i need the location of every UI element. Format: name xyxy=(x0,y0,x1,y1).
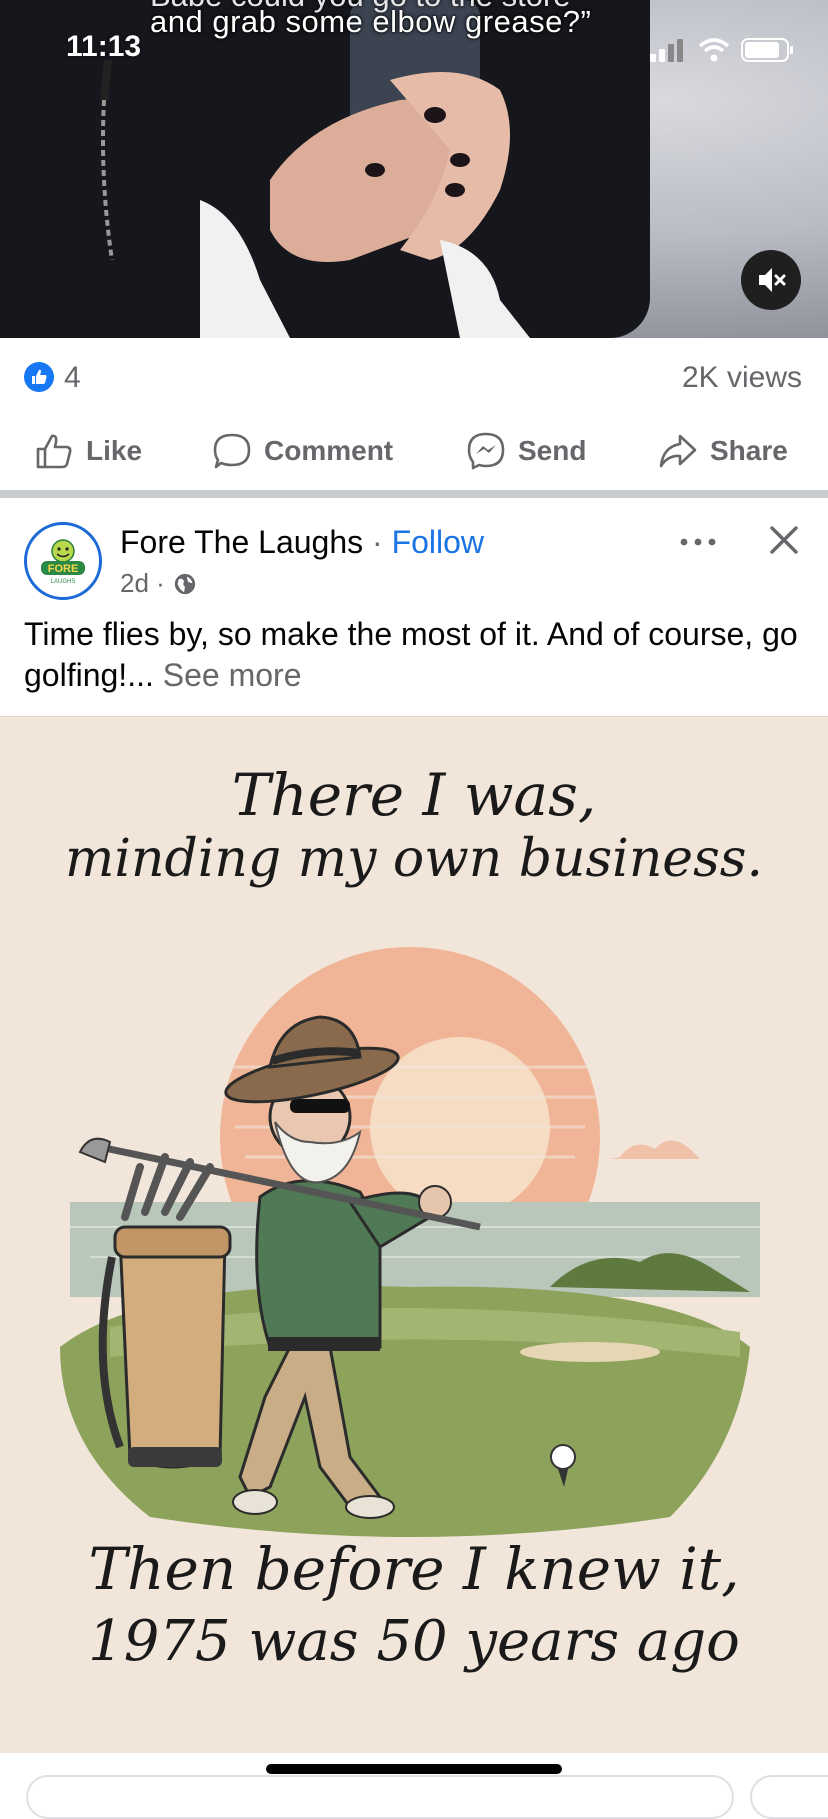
post-image[interactable]: There I was, minding my own business. Th… xyxy=(0,716,828,1753)
status-time: 11:13 xyxy=(66,30,142,63)
hide-post-button[interactable] xyxy=(764,520,804,560)
page-name-link[interactable]: Fore The Laughs xyxy=(120,524,363,560)
mute-button[interactable] xyxy=(741,250,801,310)
like-count[interactable]: 4 xyxy=(64,361,81,395)
like-label: Like xyxy=(86,435,143,466)
send-label: Send xyxy=(518,435,587,466)
view-count: 2K views xyxy=(681,361,802,394)
next-post-card-secondary[interactable] xyxy=(750,1775,828,1819)
next-post-card[interactable] xyxy=(26,1775,734,1819)
thumbs-up-icon xyxy=(36,434,72,469)
more-options-button[interactable] xyxy=(676,530,720,554)
fore-the-laughs-logo: FORE LAUGHS xyxy=(30,528,96,594)
share-button[interactable]: Share xyxy=(658,428,788,474)
post-header-title: Fore The Laughs · Follow xyxy=(120,524,484,561)
messenger-icon xyxy=(467,432,505,470)
image-text-bottom-line2: 1975 was 50 years ago xyxy=(88,1609,740,1674)
like-reaction-icon[interactable] xyxy=(24,362,54,392)
post-body: Time flies by, so make the most of it. A… xyxy=(24,616,798,693)
bag-chain xyxy=(100,60,114,260)
video-caption: and grab some elbow grease?” xyxy=(150,4,592,39)
image-text-top-line1: There I was, xyxy=(231,761,597,829)
image-text-top-line2: minding my own business. xyxy=(65,829,763,889)
status-icons xyxy=(650,38,793,62)
send-button[interactable]: Send xyxy=(466,428,586,474)
post-text: Time flies by, so make the most of it. A… xyxy=(24,614,804,696)
follow-button[interactable]: Follow xyxy=(392,524,484,560)
see-more-link[interactable]: See more xyxy=(154,657,302,693)
wifi-icon xyxy=(698,38,730,62)
close-icon xyxy=(770,526,798,554)
page-avatar[interactable]: FORE LAUGHS xyxy=(24,522,102,600)
svg-text:FORE: FORE xyxy=(48,563,79,575)
share-arrow-icon xyxy=(659,434,697,468)
golfer-illustration xyxy=(60,947,760,1537)
name-separator: · xyxy=(363,524,392,560)
cellular-signal-icon xyxy=(650,39,683,62)
video-frame-hands xyxy=(200,0,530,338)
svg-text:LAUGHS: LAUGHS xyxy=(51,579,76,585)
comment-bubble-icon xyxy=(213,433,251,469)
home-indicator[interactable] xyxy=(266,1764,562,1774)
image-text-bottom-line1: Then before I knew it, xyxy=(88,1535,740,1603)
ellipsis-icon xyxy=(680,538,716,546)
post-meta: 2d · xyxy=(120,568,197,599)
feed-divider xyxy=(0,490,828,498)
share-label: Share xyxy=(710,435,788,466)
video-player[interactable]: Babe could you go to the store and grab … xyxy=(0,0,828,338)
speaker-muted-icon xyxy=(759,268,786,292)
like-button[interactable]: Like xyxy=(34,428,142,474)
battery-icon xyxy=(741,38,793,62)
comment-button[interactable]: Comment xyxy=(212,428,393,474)
comment-label: Comment xyxy=(264,435,394,466)
globe-icon xyxy=(174,573,195,594)
post-time[interactable]: 2d · xyxy=(120,568,165,599)
